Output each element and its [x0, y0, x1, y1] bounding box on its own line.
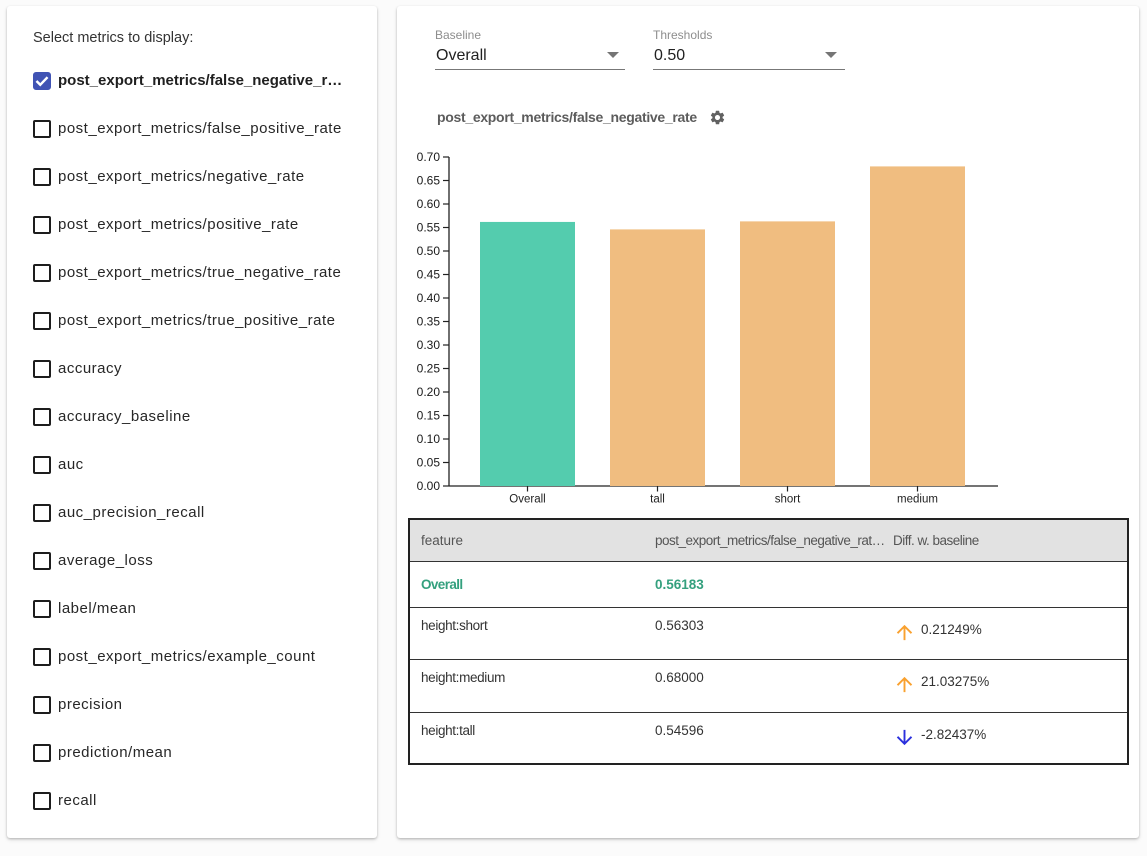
svg-text:short: short: [775, 494, 801, 506]
svg-text:0.10: 0.10: [417, 432, 441, 446]
svg-text:tall: tall: [650, 494, 665, 506]
svg-text:0.65: 0.65: [417, 174, 441, 188]
svg-text:0.00: 0.00: [417, 479, 441, 493]
svg-text:0.30: 0.30: [417, 338, 441, 352]
svg-text:0.70: 0.70: [417, 150, 441, 164]
svg-text:0.45: 0.45: [417, 268, 441, 282]
svg-text:medium: medium: [897, 494, 938, 506]
svg-text:0.15: 0.15: [417, 409, 441, 423]
svg-text:Overall: Overall: [509, 494, 545, 506]
svg-text:0.25: 0.25: [417, 362, 441, 376]
svg-text:0.60: 0.60: [417, 197, 441, 211]
svg-text:0.35: 0.35: [417, 315, 441, 329]
svg-text:0.05: 0.05: [417, 456, 441, 470]
svg-text:0.40: 0.40: [417, 291, 441, 305]
svg-text:0.20: 0.20: [417, 385, 441, 399]
svg-text:0.50: 0.50: [417, 244, 441, 258]
svg-text:0.55: 0.55: [417, 221, 441, 235]
